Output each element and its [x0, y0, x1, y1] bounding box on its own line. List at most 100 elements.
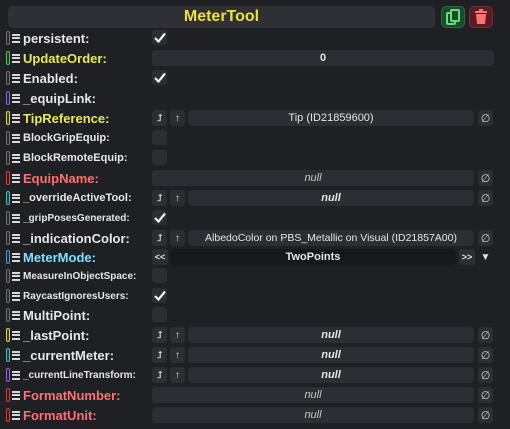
- null-set-icon: ∅: [480, 112, 491, 125]
- set-null-button[interactable]: ∅: [478, 327, 493, 343]
- format-number-input[interactable]: null: [152, 387, 474, 403]
- block-remote-equip-checkbox[interactable]: [152, 150, 167, 165]
- drag-handle-icon[interactable]: [12, 409, 20, 421]
- row-meter-mode: MeterMode: << TwoPoints >> ▼: [0, 247, 510, 267]
- field-label: EquipName:: [23, 170, 99, 186]
- grip-poses-generated-checkbox[interactable]: [152, 210, 167, 225]
- field-connector[interactable]: [6, 368, 10, 382]
- indication-color-field[interactable]: AlbedoColor on PBS_Metallic on Visual (I…: [188, 230, 474, 246]
- field-label: _equipLink:: [23, 90, 96, 106]
- multi-point-checkbox[interactable]: [152, 307, 167, 322]
- set-null-button[interactable]: ∅: [478, 110, 493, 126]
- field-connector[interactable]: [6, 250, 10, 264]
- equip-name-input[interactable]: null: [152, 170, 474, 186]
- drag-handle-icon[interactable]: [12, 192, 20, 204]
- drag-handle-icon[interactable]: [12, 349, 20, 361]
- field-connector[interactable]: [6, 231, 10, 245]
- delete-button[interactable]: [469, 6, 493, 28]
- set-null-button[interactable]: ∅: [478, 347, 493, 363]
- field-label: _currentMeter:: [23, 347, 115, 363]
- up-arrow-icon: ↑: [175, 369, 180, 381]
- field-connector[interactable]: [6, 211, 10, 225]
- field-connector[interactable]: [6, 191, 10, 205]
- drag-handle-icon[interactable]: [12, 389, 20, 401]
- drag-handle-icon[interactable]: [12, 290, 20, 302]
- field-connector[interactable]: [6, 111, 10, 125]
- drag-handle-icon[interactable]: [12, 112, 20, 124]
- drag-handle-icon[interactable]: [12, 232, 20, 244]
- format-unit-input[interactable]: null: [152, 407, 474, 423]
- drag-handle-icon[interactable]: [12, 52, 20, 64]
- drag-handle-icon[interactable]: [12, 132, 20, 144]
- drag-handle-icon[interactable]: [12, 92, 20, 104]
- row-update-order: UpdateOrder: 0: [0, 48, 510, 68]
- select-parent-button[interactable]: ↑: [170, 230, 185, 246]
- field-connector[interactable]: [6, 408, 10, 422]
- null-set-icon: ∅: [480, 349, 491, 362]
- select-parent-button[interactable]: ↑: [170, 110, 185, 126]
- duplicate-button[interactable]: [441, 6, 465, 28]
- field-connector[interactable]: [6, 328, 10, 342]
- jump-to-reference-button[interactable]: ⮥: [152, 110, 167, 126]
- current-line-transform-field[interactable]: null: [188, 367, 474, 383]
- jump-to-reference-button[interactable]: ⮥: [152, 327, 167, 343]
- field-label: _gripPosesGenerated:: [23, 212, 130, 224]
- field-connector[interactable]: [6, 51, 10, 65]
- field-connector[interactable]: [6, 31, 10, 45]
- field-connector[interactable]: [6, 348, 10, 362]
- field-label: UpdateOrder:: [23, 50, 107, 66]
- override-active-tool-field[interactable]: null: [188, 190, 474, 206]
- drag-handle-icon[interactable]: [12, 152, 20, 164]
- drag-handle-icon[interactable]: [12, 72, 20, 84]
- enabled-checkbox[interactable]: [152, 70, 167, 85]
- drag-handle-icon[interactable]: [12, 251, 20, 263]
- field-connector[interactable]: [6, 308, 10, 322]
- field-connector[interactable]: [6, 131, 10, 145]
- drag-handle-icon[interactable]: [12, 329, 20, 341]
- drag-handle-icon[interactable]: [12, 309, 20, 321]
- field-connector[interactable]: [6, 269, 10, 283]
- up-arrow-icon: ↑: [175, 192, 180, 204]
- next-mode-button[interactable]: >>: [459, 249, 475, 265]
- drag-handle-icon[interactable]: [12, 369, 20, 381]
- update-order-input[interactable]: 0: [152, 50, 494, 66]
- field-label: Enabled:: [23, 70, 78, 86]
- set-null-button[interactable]: ∅: [478, 170, 493, 186]
- last-point-field[interactable]: null: [188, 327, 474, 343]
- select-parent-button[interactable]: ↑: [170, 367, 185, 383]
- select-parent-button[interactable]: ↑: [170, 190, 185, 206]
- previous-mode-button[interactable]: <<: [152, 249, 168, 265]
- drag-handle-icon[interactable]: [12, 32, 20, 44]
- field-connector[interactable]: [6, 91, 10, 105]
- set-null-button[interactable]: ∅: [478, 367, 493, 383]
- tip-reference-field[interactable]: Tip (ID21859600): [188, 110, 474, 126]
- field-connector[interactable]: [6, 151, 10, 165]
- row-indication-color: _indicationColor: ⮥ ↑ AlbedoColor on PBS…: [0, 228, 510, 248]
- measure-in-object-space-checkbox[interactable]: [152, 268, 167, 283]
- drag-handle-icon[interactable]: [12, 270, 20, 282]
- block-grip-equip-checkbox[interactable]: [152, 130, 167, 145]
- current-meter-field[interactable]: null: [188, 347, 474, 363]
- jump-to-reference-button[interactable]: ⮥: [152, 347, 167, 363]
- set-null-button[interactable]: ∅: [478, 230, 493, 246]
- dropdown-button[interactable]: ▼: [478, 249, 493, 265]
- set-null-button[interactable]: ∅: [478, 407, 493, 423]
- drag-handle-icon[interactable]: [12, 212, 20, 224]
- row-raycast-ignores-users: RaycastIgnoresUsers:: [0, 286, 510, 306]
- field-connector[interactable]: [6, 388, 10, 402]
- set-null-button[interactable]: ∅: [478, 190, 493, 206]
- set-null-button[interactable]: ∅: [478, 387, 493, 403]
- select-parent-button[interactable]: ↑: [170, 327, 185, 343]
- persistent-checkbox[interactable]: [152, 30, 167, 45]
- drag-handle-icon[interactable]: [12, 172, 20, 184]
- jump-to-reference-button[interactable]: ⮥: [152, 367, 167, 383]
- jump-to-reference-button[interactable]: ⮥: [152, 190, 167, 206]
- field-connector[interactable]: [6, 71, 10, 85]
- meter-mode-value[interactable]: TwoPoints: [170, 249, 456, 265]
- jump-to-reference-button[interactable]: ⮥: [152, 230, 167, 246]
- field-connector[interactable]: [6, 289, 10, 303]
- field-connector[interactable]: [6, 171, 10, 185]
- raycast-ignores-users-checkbox[interactable]: [152, 288, 167, 303]
- checkmark-icon: [153, 212, 166, 223]
- select-parent-button[interactable]: ↑: [170, 347, 185, 363]
